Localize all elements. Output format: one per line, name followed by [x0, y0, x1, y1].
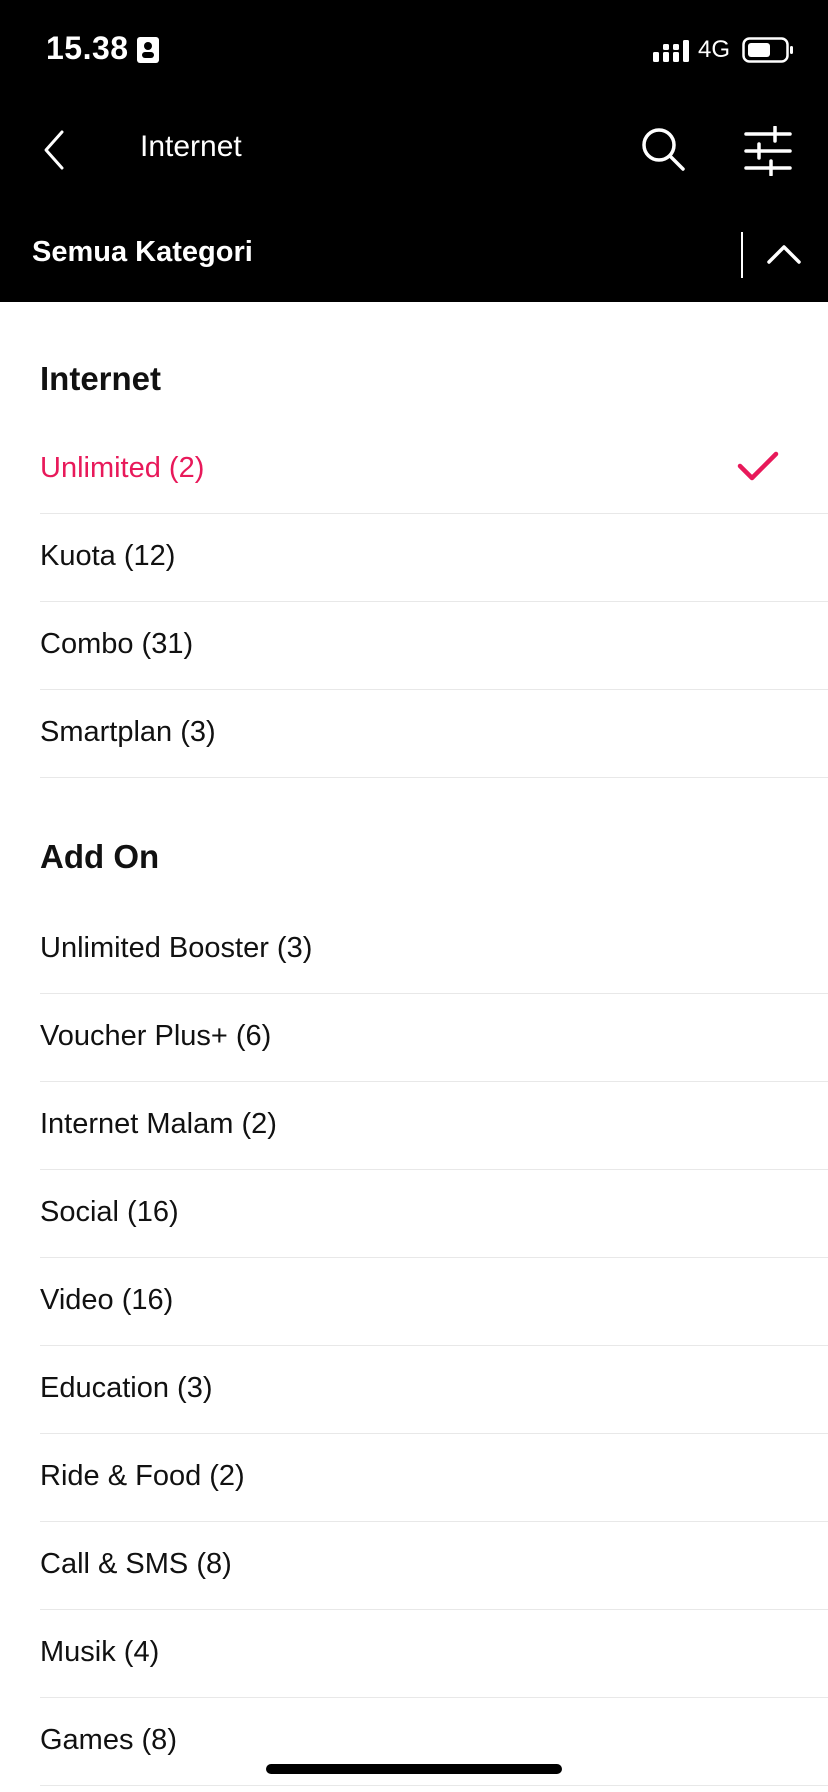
- back-icon[interactable]: [36, 122, 72, 178]
- list-item-label: Internet Malam (2): [40, 1108, 277, 1140]
- search-icon[interactable]: [640, 126, 686, 172]
- list-item-voucher-plus[interactable]: Voucher Plus+ (6): [40, 994, 828, 1082]
- list-item-combo[interactable]: Combo (31): [40, 602, 828, 690]
- list-item-unlimited-booster[interactable]: Unlimited Booster (3): [40, 906, 828, 994]
- nav-bar: Internet: [0, 100, 828, 200]
- status-bar: 15.38 4G: [0, 0, 828, 100]
- list-item-label: Unlimited (2): [40, 452, 205, 484]
- list-item-education[interactable]: Education (3): [40, 1346, 828, 1434]
- signal-icon: [653, 40, 689, 62]
- list-item-internet-malam[interactable]: Internet Malam (2): [40, 1082, 828, 1170]
- list-item-label: Games (8): [40, 1724, 177, 1756]
- list-item-label: Call & SMS (8): [40, 1548, 232, 1580]
- list-item-call-sms[interactable]: Call & SMS (8): [40, 1522, 828, 1610]
- list-item-smartplan[interactable]: Smartplan (3): [40, 690, 828, 778]
- list-item-ride-food[interactable]: Ride & Food (2): [40, 1434, 828, 1522]
- list-item-label: Musik (4): [40, 1636, 160, 1668]
- status-time: 15.38: [46, 30, 129, 66]
- list-item-video[interactable]: Video (16): [40, 1258, 828, 1346]
- network-type: 4G: [698, 36, 731, 63]
- home-indicator[interactable]: [266, 1764, 562, 1774]
- page-title: Internet: [140, 130, 242, 163]
- divider: [741, 232, 743, 278]
- list-item-label: Unlimited Booster (3): [40, 932, 313, 964]
- list-item-unlimited[interactable]: Unlimited (2): [40, 426, 828, 514]
- chevron-up-icon[interactable]: [766, 240, 802, 268]
- list-item-label: Voucher Plus+ (6): [40, 1020, 272, 1052]
- list-item-label: Smartplan (3): [40, 716, 216, 748]
- list-item-label: Education (3): [40, 1372, 213, 1404]
- contact-icon: [137, 37, 159, 63]
- category-label: Semua Kategori: [32, 236, 253, 268]
- section-header-internet: Internet: [40, 360, 162, 397]
- category-selector[interactable]: Semua Kategori: [0, 200, 828, 302]
- section-header-add-on: Add On: [40, 838, 160, 875]
- list-item-social[interactable]: Social (16): [40, 1170, 828, 1258]
- list-item-kuota[interactable]: Kuota (12): [40, 514, 828, 602]
- list-item-label: Ride & Food (2): [40, 1460, 245, 1492]
- list-item-label: Video (16): [40, 1284, 174, 1316]
- top-bar: 15.38 4G Internet Semua Kategori: [0, 0, 828, 302]
- list-item-musik[interactable]: Musik (4): [40, 1610, 828, 1698]
- list-item-label: Social (16): [40, 1196, 179, 1228]
- list-item-label: Kuota (12): [40, 540, 176, 572]
- check-icon: [737, 451, 779, 481]
- list-item-label: Combo (31): [40, 628, 194, 660]
- filter-icon[interactable]: [744, 126, 792, 176]
- battery-icon: [742, 37, 793, 63]
